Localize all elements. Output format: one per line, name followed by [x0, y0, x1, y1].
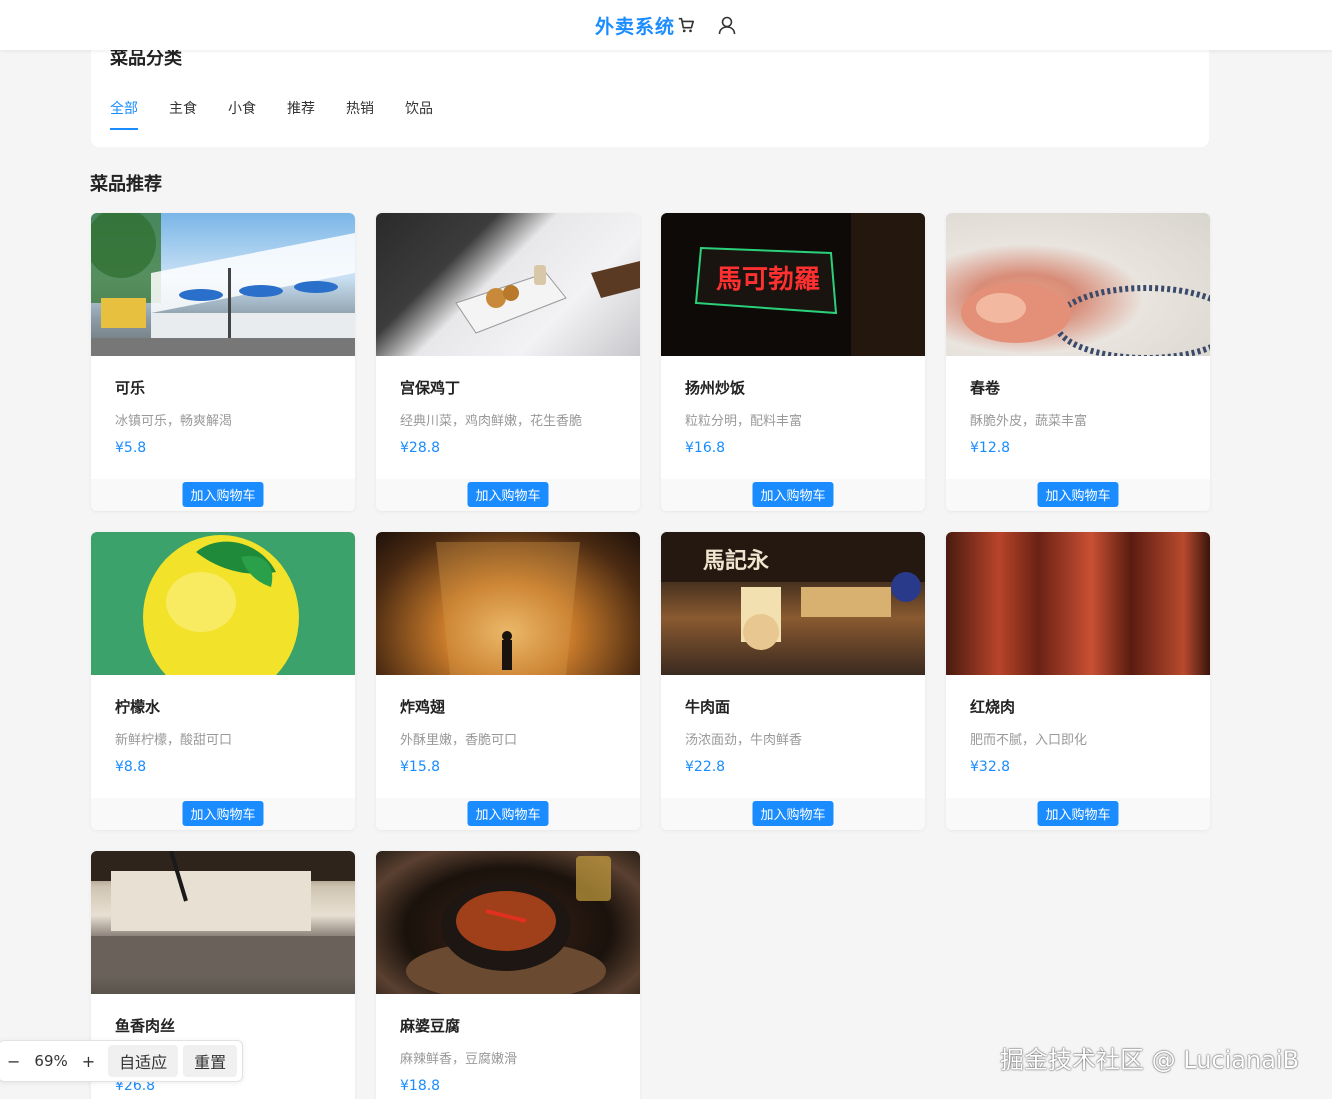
dish-price: ¥8.8 [115, 759, 147, 775]
user-icon[interactable] [717, 15, 737, 35]
dish-name: 鱼香肉丝 [115, 1017, 176, 1035]
tab-recommend[interactable]: 推荐 [287, 98, 315, 130]
add-to-cart-button[interactable]: 加入购物车 [467, 801, 549, 826]
dish-desc: 新鲜柠檬，酸甜可口 [115, 733, 233, 748]
dish-card[interactable]: 炸鸡翅 外酥里嫩，香脆可口 ¥15.8 加入购物车 [376, 532, 640, 830]
dish-card[interactable]: 可乐 冰镇可乐，畅爽解渴 ¥5.8 加入购物车 [91, 213, 355, 511]
dish-image [91, 213, 355, 356]
dish-price: ¥12.8 [970, 440, 1011, 456]
dish-card[interactable]: 柠檬水 新鲜柠檬，酸甜可口 ¥8.8 加入购物车 [91, 532, 355, 830]
neon-sign-text: 馬可勃羅 [716, 265, 820, 295]
dish-price: ¥32.8 [970, 759, 1011, 775]
dish-card[interactable]: 宫保鸡丁 经典川菜，鸡肉鲜嫩，花生香脆 ¥28.8 加入购物车 [376, 213, 640, 511]
dish-name: 春卷 [970, 379, 1001, 397]
dish-image: 馬可勃羅 [661, 213, 925, 356]
category-tabs: 全部 主食 小食 推荐 热销 饮品 [110, 98, 464, 130]
dish-name: 麻婆豆腐 [400, 1017, 461, 1035]
dish-grid: 可乐 冰镇可乐，畅爽解渴 ¥5.8 加入购物车 宫保鸡丁 经典川菜，鸡肉鲜嫩，花… [91, 213, 1210, 1099]
dish-image [91, 532, 355, 675]
dish-desc: 麻辣鲜香，豆腐嫩滑 [400, 1052, 518, 1067]
dish-price: ¥16.8 [685, 440, 726, 456]
recommend-title: 菜品推荐 [90, 174, 162, 195]
dish-price: ¥18.8 [400, 1078, 441, 1094]
tab-main[interactable]: 主食 [169, 98, 197, 130]
dish-card[interactable]: 麻婆豆腐 麻辣鲜香，豆腐嫩滑 ¥18.8 加入购物车 [376, 851, 640, 1099]
dish-card[interactable]: 红烧肉 肥而不腻，入口即化 ¥32.8 加入购物车 [946, 532, 1210, 830]
shop-sign-text: 馬記永 [703, 548, 769, 574]
add-to-cart-button[interactable]: 加入购物车 [182, 482, 264, 507]
dish-image [946, 532, 1210, 675]
tab-hot[interactable]: 热销 [346, 98, 374, 130]
add-to-cart-button[interactable]: 加入购物车 [1037, 482, 1119, 507]
dish-name: 柠檬水 [115, 698, 161, 716]
top-bar: 外卖系统 [0, 0, 1332, 50]
add-to-cart-button[interactable]: 加入购物车 [182, 801, 264, 826]
add-to-cart-button[interactable]: 加入购物车 [752, 801, 834, 826]
dish-price: ¥15.8 [400, 759, 441, 775]
dish-image [376, 851, 640, 994]
add-to-cart-button[interactable]: 加入购物车 [1037, 801, 1119, 826]
dish-name: 扬州炒饭 [685, 379, 746, 397]
dish-desc: 肥而不腻，入口即化 [970, 733, 1088, 748]
zoom-out-button[interactable]: − [0, 1052, 28, 1071]
dish-name: 可乐 [115, 379, 146, 397]
reset-button[interactable]: 重置 [183, 1045, 238, 1077]
dish-desc: 粒粒分明，配料丰富 [685, 414, 803, 429]
dish-name: 炸鸡翅 [400, 698, 446, 716]
watermark: 掘金技术社区 @ LucianaiB [1000, 1046, 1300, 1074]
dish-name: 牛肉面 [685, 698, 731, 716]
tab-all[interactable]: 全部 [110, 98, 138, 130]
dish-card[interactable]: 春卷 酥脆外皮，蔬菜丰富 ¥12.8 加入购物车 [946, 213, 1210, 511]
dish-card[interactable]: 馬記永 牛肉面 汤浓面劲，牛肉鲜香 ¥22.8 加入购物车 [661, 532, 925, 830]
dish-desc: 外酥里嫩，香脆可口 [400, 733, 518, 748]
zoom-control: − 69% + 自适应 重置 [0, 1040, 243, 1082]
dish-image: 馬記永 [661, 532, 925, 675]
app-title[interactable]: 外卖系统 [595, 12, 675, 39]
add-to-cart-button[interactable]: 加入购物车 [752, 482, 834, 507]
dish-image [91, 851, 355, 994]
dish-image [946, 213, 1210, 356]
tab-drinks[interactable]: 饮品 [405, 98, 433, 130]
dish-desc: 酥脆外皮，蔬菜丰富 [970, 414, 1088, 429]
dish-price: ¥5.8 [115, 440, 147, 456]
dish-desc: 经典川菜，鸡肉鲜嫩，花生香脆 [400, 414, 583, 429]
cart-icon[interactable] [677, 16, 695, 34]
add-to-cart-button[interactable]: 加入购物车 [467, 482, 549, 507]
dish-price: ¥28.8 [400, 440, 441, 456]
dish-name: 宫保鸡丁 [400, 379, 461, 397]
dish-name: 红烧肉 [970, 698, 1016, 716]
dish-image [376, 532, 640, 675]
dish-desc: 汤浓面劲，牛肉鲜香 [685, 733, 803, 748]
zoom-in-button[interactable]: + [74, 1052, 103, 1071]
dish-price: ¥22.8 [685, 759, 726, 775]
dish-card[interactable]: 馬可勃羅 扬州炒饭 粒粒分明，配料丰富 ¥16.8 加入购物车 [661, 213, 925, 511]
dish-image [376, 213, 640, 356]
fit-button[interactable]: 自适应 [108, 1045, 179, 1077]
tab-snack[interactable]: 小食 [228, 98, 256, 130]
zoom-level: 69% [34, 1052, 68, 1070]
dish-desc: 冰镇可乐，畅爽解渴 [115, 414, 233, 429]
